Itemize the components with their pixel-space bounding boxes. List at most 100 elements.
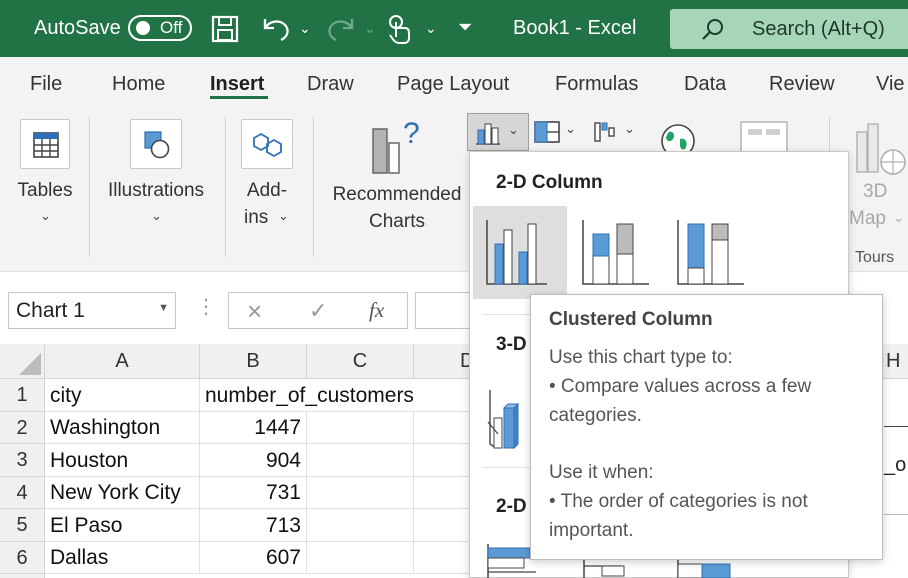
cell-a3[interactable]: Houston <box>45 444 200 477</box>
cell-b6[interactable]: 607 <box>200 542 307 574</box>
customize-qat-icon[interactable]: ⏷ <box>458 17 472 38</box>
cell-c4[interactable] <box>307 477 414 509</box>
cell-b4[interactable]: 731 <box>200 477 307 509</box>
redo-icon[interactable] <box>326 16 356 42</box>
excel-window: AutoSave Off ⌄ ⌄ ⌄ ⏷ Book1 - Excel Searc… <box>0 0 908 578</box>
tab-file[interactable]: File <box>30 57 62 111</box>
save-icon[interactable] <box>211 15 239 43</box>
tab-page-layout[interactable]: Page Layout <box>397 57 509 111</box>
row-header-3[interactable]: 3 <box>0 444 45 477</box>
tab-view[interactable]: Vie <box>876 57 905 111</box>
select-all-triangle-icon <box>19 353 41 375</box>
cell-b3[interactable]: 904 <box>200 444 307 477</box>
addins-icon <box>253 132 282 158</box>
autosave-toggle[interactable]: Off <box>128 15 192 41</box>
shapes-icon-frame <box>130 119 182 169</box>
cancel-icon[interactable]: × <box>247 296 262 327</box>
100-stacked-column-option[interactable] <box>670 206 764 299</box>
tab-formulas[interactable]: Formulas <box>555 57 638 111</box>
ribbon-separator <box>89 117 90 257</box>
hierarchy-chart-button[interactable]: ⌄ <box>531 113 583 151</box>
tooltip-title: Clustered Column <box>549 309 713 330</box>
cell-c5[interactable] <box>307 509 414 542</box>
waterfall-chart-button[interactable]: ⌄ <box>590 113 642 151</box>
tab-insert[interactable]: Insert <box>210 57 264 111</box>
column-header-b[interactable]: B <box>200 344 307 379</box>
insert-function-icon[interactable]: fx <box>369 298 384 323</box>
undo-icon[interactable] <box>261 16 291 42</box>
cell-c2[interactable] <box>307 412 414 444</box>
3d-map-button[interactable]: 3D Map ⌄ <box>845 114 908 239</box>
cell-a2[interactable]: Washington <box>45 412 200 444</box>
tab-draw[interactable]: Draw <box>307 57 354 111</box>
tooltip-line-3: categories. <box>549 405 642 426</box>
undo-dropdown-icon[interactable]: ⌄ <box>299 20 311 37</box>
name-box-value: Chart 1 <box>16 299 85 322</box>
redo-dropdown-icon[interactable]: ⌄ <box>364 20 376 37</box>
clustered-column-thumb-icon <box>486 220 547 285</box>
formula-bar-grip-icon: ⋮ <box>196 296 216 318</box>
cell-b1[interactable]: number_of_customers <box>200 379 414 412</box>
column-header-a[interactable]: A <box>45 344 200 379</box>
cell-c6[interactable] <box>307 542 414 574</box>
cell-d4[interactable] <box>414 477 470 509</box>
autosave-state: Off <box>160 18 183 37</box>
column-chart-button[interactable]: ⌄ <box>467 113 529 151</box>
row-header-4[interactable]: 4 <box>0 477 45 509</box>
enter-icon[interactable]: ✓ <box>309 298 327 324</box>
cell-d6[interactable] <box>414 542 470 574</box>
touch-dropdown-icon[interactable]: ⌄ <box>425 20 437 37</box>
search-box[interactable]: Search (Alt+Q) <box>670 9 908 49</box>
stacked-column-option[interactable] <box>575 206 669 299</box>
name-box[interactable]: Chart 1 ▼ <box>8 292 176 329</box>
cell-d1[interactable] <box>414 379 470 412</box>
tab-data[interactable]: Data <box>684 57 726 111</box>
illustrations-chevron-icon: ⌄ <box>151 208 162 223</box>
cell-d5[interactable] <box>414 509 470 542</box>
row-header-5[interactable]: 5 <box>0 509 45 542</box>
ribbon-separator <box>225 117 226 257</box>
row-header-2[interactable]: 2 <box>0 412 45 444</box>
cell-c3[interactable] <box>307 444 414 477</box>
pivotchart-button[interactable] <box>740 119 790 155</box>
cell-a4[interactable]: New York City <box>45 477 200 509</box>
formula-input[interactable] <box>415 292 475 329</box>
cell-d3[interactable] <box>414 444 470 477</box>
row-header-7[interactable] <box>0 574 45 578</box>
tooltip-line-6: important. <box>549 520 634 541</box>
cell-a6[interactable]: Dallas <box>45 542 200 574</box>
select-all-corner[interactable] <box>0 344 45 379</box>
tab-home[interactable]: Home <box>112 57 165 111</box>
clustered-column-option[interactable] <box>473 206 567 299</box>
cell-b2[interactable]: 1447 <box>200 412 307 444</box>
addins-label-2: ins <box>244 207 269 228</box>
section-3d-column-heading: 3-D <box>496 334 527 355</box>
name-box-dropdown-icon[interactable]: ▼ <box>158 302 169 314</box>
3d-map-icon <box>856 123 906 175</box>
3d-map-chevron-icon: ⌄ <box>893 210 904 225</box>
column-header-c[interactable]: C <box>307 344 414 379</box>
cell-a5[interactable]: El Paso <box>45 509 200 542</box>
row-header-6[interactable]: 6 <box>0 542 45 574</box>
addins-label-1: Add- <box>246 180 288 201</box>
100-stacked-column-thumb-icon <box>677 220 744 285</box>
formula-buttons: × ✓ fx <box>228 292 408 329</box>
cell-b5[interactable]: 713 <box>200 509 307 542</box>
row-header-1[interactable]: 1 <box>0 379 45 412</box>
ribbon-tabs: File Home Insert Draw Page Layout Formul… <box>0 57 908 109</box>
recommended-charts-button[interactable]: ? Recommended Charts <box>327 114 467 244</box>
stacked-column-thumb-icon <box>582 220 649 285</box>
cell-c1[interactable] <box>307 379 414 412</box>
tooltip-line-5: • The order of categories is not <box>549 491 808 512</box>
gallery-divider <box>482 314 532 315</box>
illustrations-button[interactable]: Illustrations ⌄ <box>103 114 209 234</box>
touch-mode-icon[interactable] <box>385 13 415 45</box>
gallery-divider <box>482 467 532 468</box>
tab-review[interactable]: Review <box>769 57 835 111</box>
cell-d2[interactable] <box>414 412 470 444</box>
hierarchy-chart-icon <box>534 121 560 143</box>
section-2d-bar-heading: 2-D <box>496 496 527 517</box>
tables-button[interactable]: Tables ⌄ <box>14 114 76 234</box>
cell-a1[interactable]: city <box>45 379 200 412</box>
addins-button[interactable]: Add- ins ⌄ <box>238 114 300 244</box>
